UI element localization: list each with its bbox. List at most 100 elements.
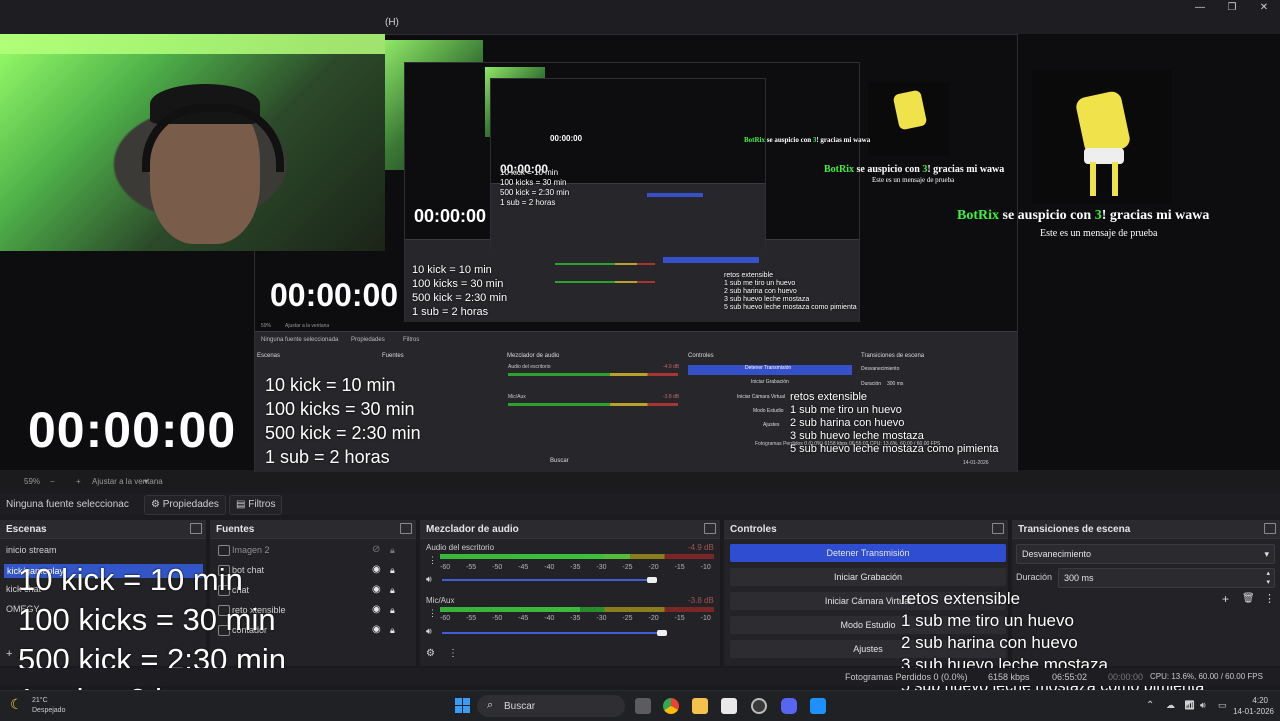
windows-start-icon[interactable] <box>455 698 471 714</box>
taskbar-search[interactable]: ⌕ Buscar <box>477 695 625 717</box>
dock-options-icon[interactable] <box>400 523 412 534</box>
properties-button[interactable]: ⚙ Propiedades <box>144 495 226 515</box>
speaker-icon[interactable]: 🔊︎ <box>426 574 432 585</box>
dock-options-icon[interactable] <box>190 523 202 534</box>
goal-line-nested-2: 100 kicks = 30 min <box>412 278 504 290</box>
volume-meter-level <box>440 607 580 612</box>
channel-menu-icon[interactable]: ⋮ <box>428 555 437 566</box>
nested-dock-controls: Controles <box>688 353 714 359</box>
volume-icon[interactable]: 🔊︎ <box>1200 700 1206 711</box>
filters-button[interactable]: ▤ Filtros <box>229 495 283 515</box>
volume-slider-knob[interactable] <box>647 577 657 583</box>
more-icon[interactable]: ⋮ <box>1264 592 1275 605</box>
onedrive-icon[interactable]: ☁ <box>1166 700 1175 711</box>
bitrate: 6158 kbps <box>988 672 1030 682</box>
lock-icon[interactable]: 🔒︎ <box>390 545 395 556</box>
eye-icon[interactable]: ◉ <box>372 624 381 635</box>
alert-sponge-body <box>1074 89 1132 157</box>
start-recording-button[interactable]: Iniciar Grabación <box>730 568 1006 586</box>
preview-canvas[interactable]: Ninguna fuente seleccionada Propiedades … <box>0 34 1280 472</box>
botrix-text-b-3: ! gracias mi wawa <box>816 136 871 144</box>
nested-ctrl-4: Ajustes <box>763 422 780 428</box>
obs-icon[interactable] <box>751 698 767 714</box>
botrix-brand-2: BotRix <box>824 164 854 175</box>
channel-menu-icon[interactable]: ⋮ <box>428 608 437 619</box>
store-icon[interactable] <box>721 698 737 714</box>
volume-slider-knob[interactable] <box>657 630 667 636</box>
meter-scale: -60 -55 -50 -45 -40 -35 -30 -25 -20 -15 … <box>440 615 753 622</box>
botrix-text-a-3: se auspicio con <box>766 136 812 144</box>
lock-icon[interactable]: 🔒︎ <box>390 585 395 596</box>
nested-ctrl-0: Detener Transmisión <box>745 365 792 371</box>
clock-date[interactable]: 14-01-2026 <box>1226 707 1274 716</box>
zoom-bar: 59% − + Ajustar a la ventana ▾ <box>0 473 1280 489</box>
discord-icon[interactable] <box>781 698 797 714</box>
duration-value: 300 ms <box>1064 573 1094 583</box>
lock-icon[interactable]: 🔒︎ <box>390 625 395 636</box>
goal-line: 100 kicks = 30 min <box>18 602 276 637</box>
botrix-subtitle-2: Este es un mensaje de prueba <box>872 176 955 184</box>
record-time: 00:00:00 <box>1108 672 1144 682</box>
eye-icon[interactable]: ◉ <box>372 584 381 595</box>
transition-select[interactable]: Desvanecimiento ▾ <box>1016 544 1275 564</box>
dock-options-icon[interactable] <box>704 523 716 534</box>
nested-meter1 <box>508 373 678 376</box>
source-label: Imagen 2 <box>232 545 270 555</box>
reto-line-nested: 1 sub me tiro un huevo <box>790 404 902 416</box>
zoom-minus-icon[interactable]: − <box>50 477 55 486</box>
botrix-text-b-2: ! gracias mi wawa <box>927 164 1005 175</box>
reto-line-nested-2: 1 sub me tiro un huevo <box>724 280 796 287</box>
chevron-down-icon: ▾ <box>1264 549 1269 559</box>
fit-to-window[interactable]: Ajustar a la ventana <box>92 477 163 486</box>
webcam-feed <box>0 34 385 251</box>
chevron-up-icon[interactable]: ⌃ <box>1146 700 1154 711</box>
dock-options-icon[interactable] <box>992 523 1004 534</box>
mixer-settings-icon[interactable]: ⚙ <box>426 648 435 659</box>
close-icon[interactable]: ✕ <box>1252 2 1276 14</box>
start-tile <box>463 698 470 705</box>
volume-slider[interactable] <box>442 632 662 634</box>
properties-label: Propiedades <box>162 499 219 510</box>
nested-meter-2a <box>555 263 655 265</box>
lock-icon[interactable]: 🔒︎ <box>390 605 395 616</box>
task-view-icon[interactable] <box>635 698 651 714</box>
minimize-icon[interactable]: — <box>1188 2 1212 14</box>
goal-line-nested-3: 10 kick = 10 min <box>500 168 559 177</box>
controls-title: Controles <box>730 524 777 535</box>
wifi-icon[interactable]: 📶︎ <box>1184 700 1195 711</box>
add-scene-icon[interactable]: + <box>6 648 12 660</box>
eye-icon[interactable]: ◉ <box>372 564 381 575</box>
nested-date: 14-01-2026 <box>963 460 989 466</box>
trash-icon[interactable]: 🗑︎ <box>1242 593 1255 604</box>
clock-time[interactable]: 4:20 <box>1226 696 1268 705</box>
scene-item[interactable]: inicio stream <box>6 545 202 555</box>
volume-slider[interactable] <box>442 579 652 581</box>
stepper-down-icon[interactable]: ▾ <box>1266 574 1270 592</box>
lock-icon[interactable]: 🔒︎ <box>390 565 395 576</box>
hidden-eye-icon[interactable]: ⊘ <box>372 544 380 555</box>
mixer-menu-icon[interactable]: ⋮ <box>448 648 458 659</box>
zoom-plus-icon[interactable]: + <box>76 477 81 486</box>
dock-options-icon[interactable] <box>1264 523 1276 534</box>
add-transition-icon[interactable]: + <box>1222 592 1229 606</box>
stop-streaming-button[interactable]: Detener Transmisión <box>730 544 1006 562</box>
app-icon[interactable] <box>810 698 826 714</box>
channel-db: -3.8 dB <box>688 596 714 605</box>
nested-dock-scenes: Escenas <box>257 353 281 359</box>
menu-hint[interactable]: (H) <box>385 17 399 28</box>
weather-widget[interactable]: ☾ 21°C Despejado <box>10 695 65 717</box>
sources-title: Fuentes <box>216 524 255 535</box>
zoom-level[interactable]: 59% <box>24 477 40 486</box>
chrome-icon[interactable] <box>663 698 679 714</box>
restore-icon[interactable]: ❐ <box>1220 2 1244 14</box>
chevron-down-icon[interactable]: ▾ <box>144 477 148 486</box>
duration-field[interactable]: 300 ms ▴ ▾ <box>1058 568 1275 588</box>
audio-mixer-dock: Mezclador de audio Audio del escritorio … <box>420 520 753 666</box>
channel-db: -4.9 dB <box>688 543 714 552</box>
window-titlebar: (H) — ❐ ✕ <box>0 0 1280 34</box>
file-explorer-icon[interactable] <box>692 698 708 714</box>
speaker-icon[interactable]: 🔊︎ <box>426 626 432 637</box>
duration-label: Duración <box>1016 572 1053 582</box>
weather-temp: 21°C <box>32 697 48 704</box>
eye-icon[interactable]: ◉ <box>372 604 381 615</box>
